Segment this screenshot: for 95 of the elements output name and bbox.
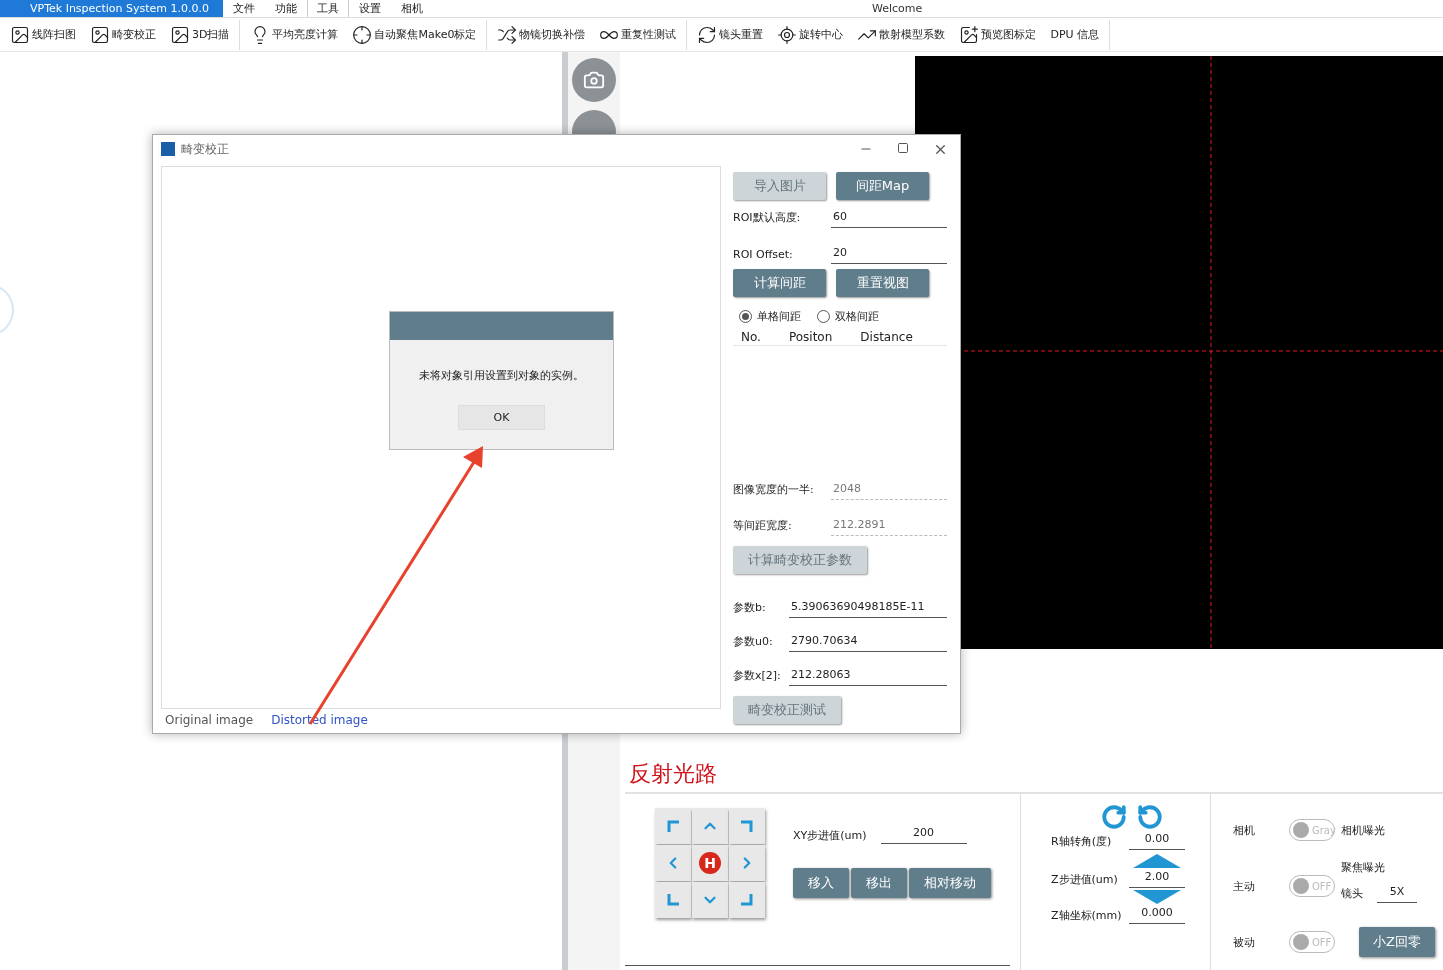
jog-button[interactable]: [655, 845, 691, 881]
field-label: 图像宽度的一半:: [733, 482, 815, 498]
jog-button[interactable]: H: [692, 845, 728, 881]
field-label: ROI默认高度:: [733, 210, 802, 226]
jog-button[interactable]: [729, 845, 765, 881]
field-label: 镜头: [1341, 886, 1363, 901]
toolbar-button[interactable]: 预览图标定: [959, 24, 1037, 45]
image-icon: [959, 24, 980, 45]
image-icon: [10, 24, 30, 45]
toolbar-button[interactable]: 线阵扫图: [10, 24, 76, 45]
window-caption: Welcome: [872, 2, 923, 15]
menu-tab[interactable]: 文件: [223, 0, 265, 17]
toolbar-button[interactable]: 旋转中心: [777, 24, 844, 45]
input-field[interactable]: 2.00: [1129, 870, 1185, 888]
input-field[interactable]: 0.000: [1129, 906, 1185, 924]
down-triangle-icon[interactable]: [1133, 890, 1181, 904]
input-field[interactable]: 20: [831, 246, 947, 264]
input-field[interactable]: 0.00: [1129, 832, 1185, 850]
radio-option[interactable]: 单格间距: [739, 309, 801, 324]
action-button[interactable]: 间距Map: [836, 172, 929, 200]
jog-button[interactable]: [655, 882, 691, 918]
up-triangle-icon[interactable]: [1133, 852, 1181, 868]
toolbar-button[interactable]: 散射模型系数: [857, 24, 946, 45]
toggle-label: 被动: [1233, 934, 1255, 950]
field-label: 参数b:: [733, 600, 767, 616]
toolbar-button[interactable]: 物镜切换补偿: [497, 24, 586, 45]
action-button[interactable]: 计算间距: [733, 269, 826, 297]
toolbar-button[interactable]: 镜头重置: [697, 24, 764, 45]
column-header: Positon: [788, 330, 833, 344]
input-field[interactable]: 5.39063690498185E-11: [789, 600, 947, 618]
jog-button[interactable]: [692, 808, 728, 844]
corner-icon: [667, 894, 679, 906]
field-label: ROI Offset:: [733, 248, 794, 263]
toggle-label: 主动: [1233, 878, 1255, 894]
move-button[interactable]: 相对移动: [909, 868, 991, 898]
toolbar-button[interactable]: 重复性测试: [599, 24, 677, 45]
image-tab[interactable]: Original image: [165, 713, 254, 727]
field-label: XY步进值(um): [793, 827, 867, 843]
dialog-title: 畸变校正: [181, 140, 229, 158]
menu-tab[interactable]: 功能: [265, 0, 307, 17]
jog-button[interactable]: [729, 882, 765, 918]
ok-button[interactable]: OK: [458, 405, 545, 430]
message-text: 未将对象引用设置到对象的实例。: [419, 368, 584, 383]
field-label: R轴转角(度): [1051, 833, 1113, 849]
field-label: Z轴坐标(mm): [1051, 907, 1121, 923]
field-label: Z步进值(um): [1051, 871, 1119, 887]
input-field[interactable]: 2790.70634: [789, 634, 947, 652]
move-button[interactable]: 移入: [793, 868, 849, 898]
radio-option[interactable]: 双格间距: [817, 309, 879, 324]
corner-icon: [741, 894, 753, 906]
locate-icon: [777, 24, 798, 45]
corner-icon: [741, 820, 753, 832]
camera-button[interactable]: [572, 58, 616, 102]
toolbar-button[interactable]: DPU 信息: [1050, 27, 1100, 42]
menu-tab[interactable]: 相机: [391, 0, 433, 17]
field-label: 等间距宽度:: [733, 518, 793, 534]
column-header: No.: [741, 330, 761, 344]
image-icon: [170, 24, 190, 45]
rotate-ccw-icon[interactable]: [1137, 804, 1163, 830]
readonly-field: 2048: [831, 482, 947, 500]
maximize-icon[interactable]: [897, 141, 909, 154]
home-icon: H: [699, 852, 721, 874]
refresh-icon: [697, 24, 718, 45]
camera-icon: [583, 69, 605, 91]
field-label: 聚焦曝光: [1341, 859, 1386, 875]
menu-tab[interactable]: 工具: [307, 0, 349, 17]
field-label: 参数x[2]:: [733, 668, 782, 684]
app-title-bar: VPTek Inspection System 1.0.0.0: [0, 0, 223, 17]
toggle-label: 相机: [1233, 822, 1255, 838]
input-field[interactable]: 212.28063: [789, 668, 947, 686]
field-label: 参数u0:: [733, 634, 774, 650]
toolbar-button[interactable]: 平均亮度计算: [250, 24, 339, 45]
shuffle-icon: [497, 24, 518, 45]
move-button[interactable]: 移出: [851, 868, 907, 898]
field-label: 相机曝光: [1341, 822, 1385, 838]
action-button[interactable]: 重置视图: [836, 269, 929, 297]
toolbar-button[interactable]: 3D扫描: [170, 24, 230, 45]
input-field[interactable]: 5X: [1377, 884, 1417, 903]
crosshair-icon: [352, 24, 373, 45]
corner-icon: [667, 820, 679, 832]
section-title: 反射光路: [625, 754, 1443, 794]
menu-tab[interactable]: 设置: [349, 0, 391, 17]
readonly-field: 212.2891: [831, 518, 947, 536]
input-field[interactable]: 200: [880, 826, 967, 844]
toolbar-button[interactable]: 畸变校正: [90, 24, 156, 45]
toolbar-button[interactable]: 自动聚焦Make0标定: [352, 24, 477, 45]
jog-button[interactable]: [655, 808, 691, 844]
jog-button[interactable]: [692, 882, 728, 918]
zero-button[interactable]: 小Z回零: [1359, 927, 1435, 957]
column-header: Distance: [860, 330, 913, 344]
jog-button[interactable]: [729, 808, 765, 844]
input-field[interactable]: 60: [831, 210, 947, 228]
app-logo-icon: [161, 142, 175, 156]
rotate-cw-icon[interactable]: [1101, 804, 1127, 830]
image-icon: [90, 24, 110, 45]
